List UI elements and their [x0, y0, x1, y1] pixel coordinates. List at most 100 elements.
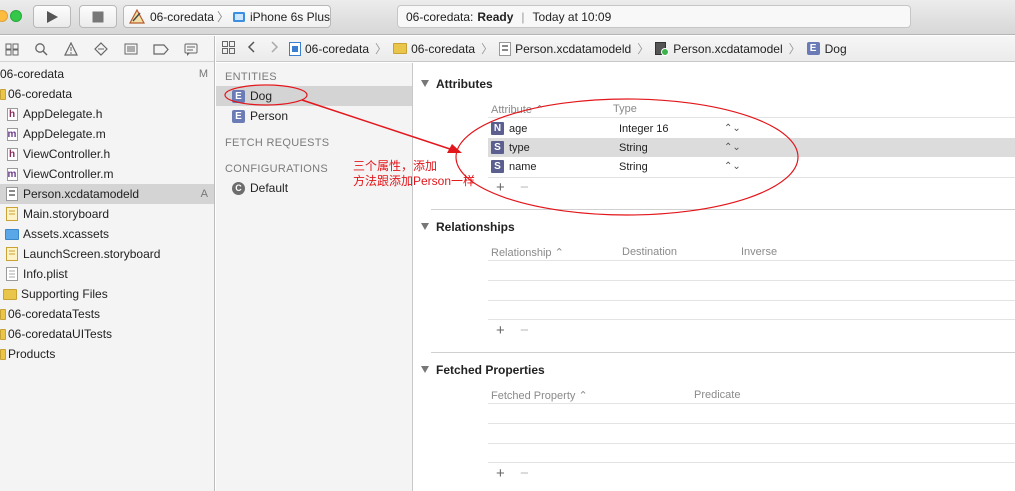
entity-icon: E [232, 89, 245, 103]
entity-item-person[interactable]: E Person [216, 106, 412, 126]
run-button[interactable] [33, 5, 71, 28]
scheme-selector[interactable]: 06-coredata 〉 iPhone 6s Plus [123, 5, 331, 28]
debug-list-icon[interactable] [123, 41, 139, 57]
column-label: Attribute [491, 104, 532, 116]
zoom-window-button[interactable] [10, 10, 22, 22]
breadcrumb-xcdatamodeld[interactable]: Person.xcdatamodeld [499, 41, 631, 56]
attribute-row-age[interactable]: N age Integer 16 ⌃⌄ [488, 119, 1015, 138]
related-items-icon[interactable] [222, 40, 235, 57]
attribute-name[interactable]: name [509, 161, 619, 173]
type-stepper-icon[interactable]: ⌃⌄ [724, 142, 741, 153]
stop-button[interactable] [79, 5, 117, 28]
storyboard-icon [5, 207, 19, 221]
breakpoint-icon[interactable] [153, 41, 169, 57]
remove-fetched-property-button[interactable]: − [520, 465, 529, 482]
forward-chevron-icon[interactable] [271, 41, 279, 56]
attributes-title: Attributes [436, 77, 493, 91]
attribute-type-value[interactable]: Integer 16 [619, 123, 724, 135]
nav-item-label: 06-coredataUITests [8, 327, 113, 341]
project-navigator-tab-icon[interactable] [4, 41, 20, 57]
scheme-chevron-icon: 〉 [216, 10, 229, 24]
nav-item-label: ViewController.h [23, 147, 111, 161]
device-icon [233, 11, 245, 22]
editor-jump-bar: 06-coredata 〉 06-coredata 〉 Person.xcdat… [216, 36, 1015, 62]
type-stepper-icon[interactable]: ⌃⌄ [724, 123, 741, 134]
nav-item-viewcontroller-h[interactable]: h ViewController.h [0, 144, 214, 164]
entities-section-title: ENTITIES [225, 71, 277, 83]
column-label: Relationship [491, 247, 552, 259]
nav-item-label: Products [8, 347, 56, 361]
project-file-icon [289, 41, 301, 56]
nav-item-label: 06-coredata [0, 67, 65, 81]
folder-icon [0, 87, 6, 101]
disclosure-triangle-icon[interactable] [421, 223, 429, 230]
back-chevron-icon[interactable] [247, 41, 255, 56]
source-file-icon: m [6, 127, 18, 141]
breadcrumb-group[interactable]: 06-coredata [393, 42, 475, 56]
folder-icon [393, 43, 408, 54]
datamodel-icon [499, 41, 512, 56]
configuration-label: Default [250, 181, 289, 195]
search-icon[interactable] [33, 41, 49, 57]
attribute-type-value[interactable]: String [619, 142, 724, 154]
column-label: Fetched Property [491, 390, 576, 402]
destination-column-header[interactable]: Destination [622, 246, 677, 258]
report-bubble-icon[interactable] [183, 41, 199, 57]
scm-status-badge: A [200, 188, 208, 200]
inverse-column-header[interactable]: Inverse [741, 246, 777, 258]
fetched-properties-section-header[interactable]: Fetched Properties [421, 363, 545, 377]
nav-item-main-storyboard[interactable]: Main.storyboard [0, 204, 214, 224]
relationship-column-header[interactable]: Relationship ⌃ [491, 246, 564, 259]
nav-item-assets[interactable]: Assets.xcassets [0, 224, 214, 244]
header-file-icon: h [5, 107, 19, 121]
add-attribute-button[interactable]: + [496, 179, 505, 196]
attribute-name[interactable]: type [509, 142, 619, 154]
remove-relationship-button[interactable]: − [520, 322, 529, 339]
add-relationship-button[interactable]: + [496, 322, 505, 339]
breadcrumb-separator-icon: 〉 [481, 42, 494, 56]
predicate-column-header[interactable]: Predicate [694, 389, 740, 401]
disclosure-triangle-icon[interactable] [421, 366, 429, 373]
attribute-row-type[interactable]: S type String ⌃⌄ [488, 138, 1015, 157]
relationships-section-header[interactable]: Relationships [421, 220, 515, 234]
remove-attribute-button[interactable]: − [520, 179, 529, 196]
fetched-property-column-header[interactable]: Fetched Property ⌃ [491, 389, 588, 402]
nav-item-group-main[interactable]: 06-coredata [0, 84, 214, 104]
nav-item-label: AppDelegate.m [23, 127, 106, 141]
breadcrumb-entity[interactable]: E Dog [806, 42, 847, 56]
nav-item-supporting-files[interactable]: Supporting Files [0, 284, 214, 304]
nav-item-tests-group[interactable]: 06-coredataTests [0, 304, 214, 324]
nav-item-appdelegate-h[interactable]: h AppDelegate.h [0, 104, 214, 124]
nav-item-viewcontroller-m[interactable]: m ViewController.m [0, 164, 214, 184]
nav-item-label: 06-coredataTests [8, 307, 101, 321]
nav-item-person-xcdatamodeld[interactable]: Person.xcdatamodeld A [0, 184, 214, 204]
issue-warning-icon[interactable] [63, 41, 79, 57]
nav-item-info-plist[interactable]: Info.plist [0, 264, 214, 284]
add-fetched-property-button[interactable]: + [496, 465, 505, 482]
nav-item-appdelegate-m[interactable]: m AppDelegate.m [0, 124, 214, 144]
entity-item-dog[interactable]: E Dog [216, 86, 412, 106]
attribute-row-name[interactable]: S name String ⌃⌄ [488, 157, 1015, 176]
type-column-header[interactable]: Type [613, 103, 637, 115]
entity-outline: ENTITIES E Dog E Person FETCH REQUESTS C… [216, 63, 413, 491]
attributes-section-header[interactable]: Attributes [421, 77, 493, 91]
attribute-column-header[interactable]: Attribute ⌃ [491, 103, 544, 116]
type-stepper-icon[interactable]: ⌃⌄ [724, 161, 741, 172]
fetched-properties-title: Fetched Properties [436, 363, 545, 377]
breadcrumb-xcdatamodel[interactable]: Person.xcdatamodel [655, 41, 783, 56]
nav-item-project[interactable]: 06-coredata M [0, 64, 214, 84]
breadcrumb-project[interactable]: 06-coredata [289, 41, 369, 56]
minimize-window-button[interactable] [0, 10, 8, 22]
test-diamond-icon[interactable] [93, 41, 109, 57]
nav-item-products-group[interactable]: Products [0, 344, 214, 364]
entity-label: Person [250, 109, 289, 123]
nav-item-uitests-group[interactable]: 06-coredataUITests [0, 324, 214, 344]
datamodel-icon [5, 187, 19, 201]
attribute-type-value[interactable]: String [619, 161, 724, 173]
scm-status-badge: M [198, 68, 208, 80]
nav-item-launchscreen-storyboard[interactable]: LaunchScreen.storyboard [0, 244, 214, 264]
stop-icon [92, 11, 104, 22]
disclosure-triangle-icon[interactable] [421, 80, 429, 87]
attribute-name[interactable]: age [509, 123, 619, 135]
empty-row-line [488, 300, 1015, 301]
